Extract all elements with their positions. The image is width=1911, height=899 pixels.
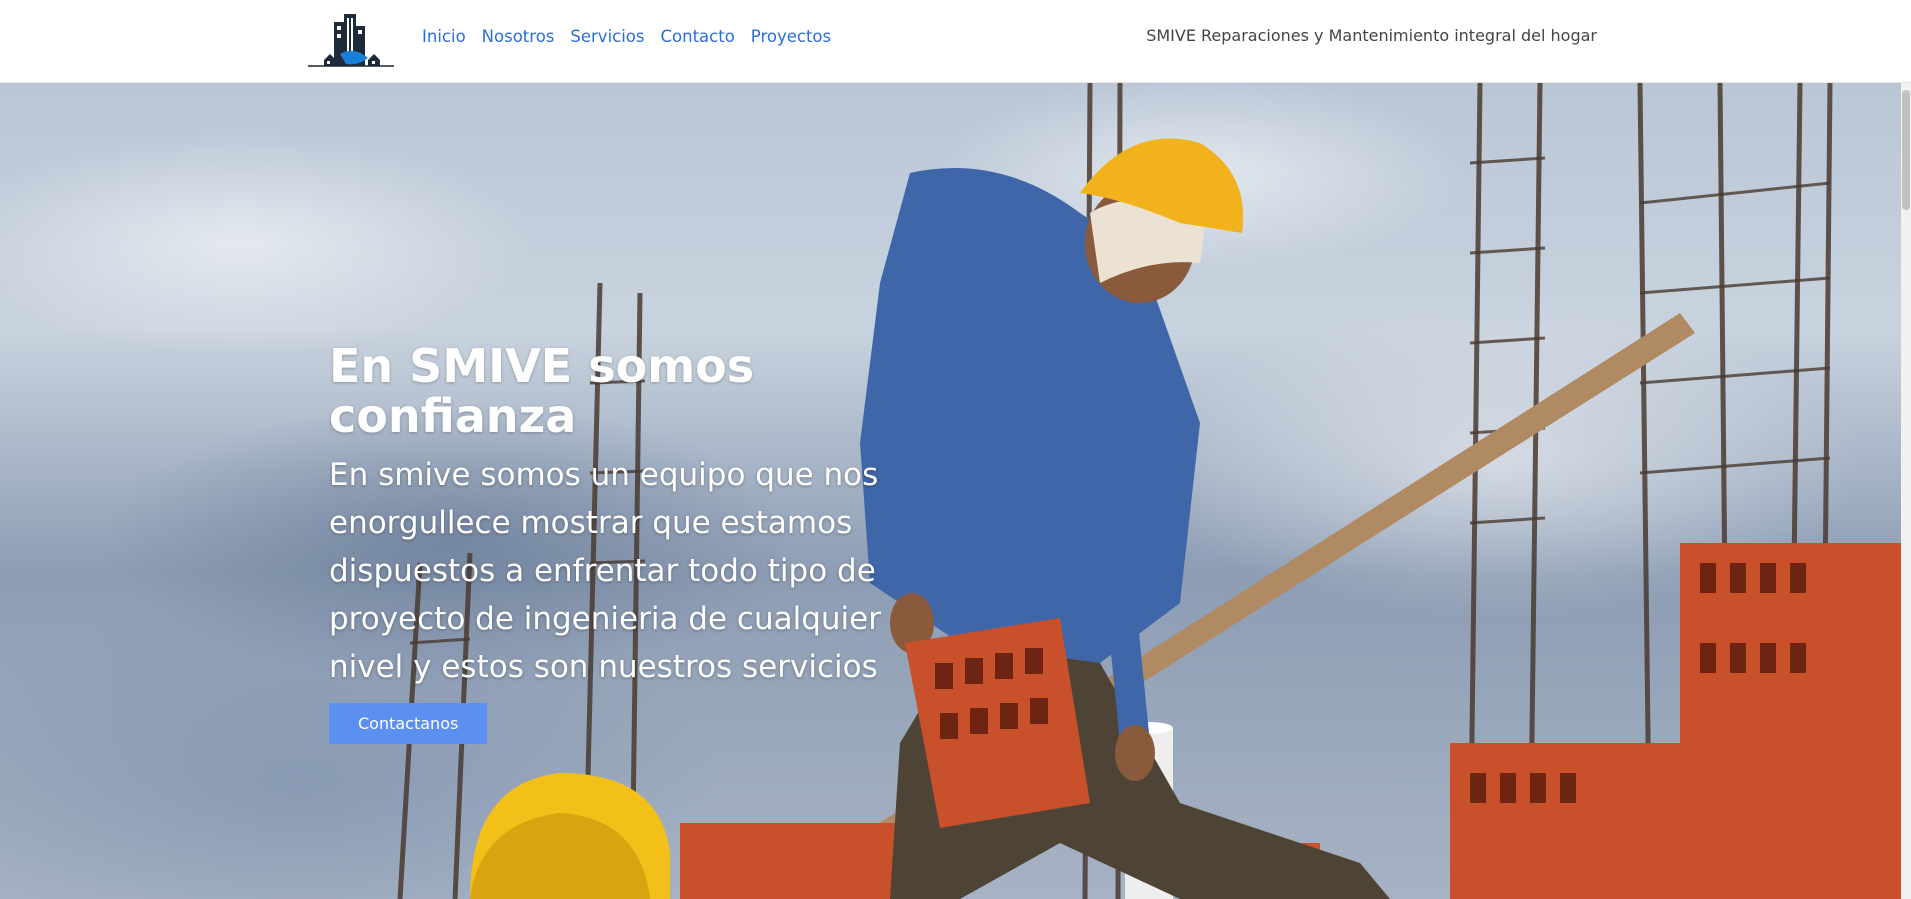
page: Inicio Nosotros Servicios Contacto Proye… [0,0,1911,899]
hero-title: En SMIVE somos confianza [329,339,755,443]
buildings-logo-icon [308,14,394,67]
hero-banner: En SMIVE somos confianza En smive somos … [0,83,1901,899]
header-tagline: SMIVE Reparaciones y Mantenimiento integ… [1146,26,1597,45]
nav-link-inicio[interactable]: Inicio [422,24,474,49]
main-nav: Inicio Nosotros Servicios Contacto Proye… [422,24,847,49]
smive-logo[interactable] [306,8,396,70]
site-header: Inicio Nosotros Servicios Contacto Proye… [0,0,1911,83]
nav-link-servicios[interactable]: Servicios [570,24,652,49]
hero-content: En SMIVE somos confianza En smive somos … [329,341,929,744]
nav-link-nosotros[interactable]: Nosotros [482,24,563,49]
nav-link-contacto[interactable]: Contacto [661,24,743,49]
construction-workers-image [397,83,1901,899]
contact-button[interactable]: Contactanos [329,703,488,744]
scrollbar-thumb[interactable] [1902,90,1910,210]
hero-description: En smive somos un equipo que nos enorgul… [329,457,881,685]
nav-link-proyectos[interactable]: Proyectos [751,24,839,49]
